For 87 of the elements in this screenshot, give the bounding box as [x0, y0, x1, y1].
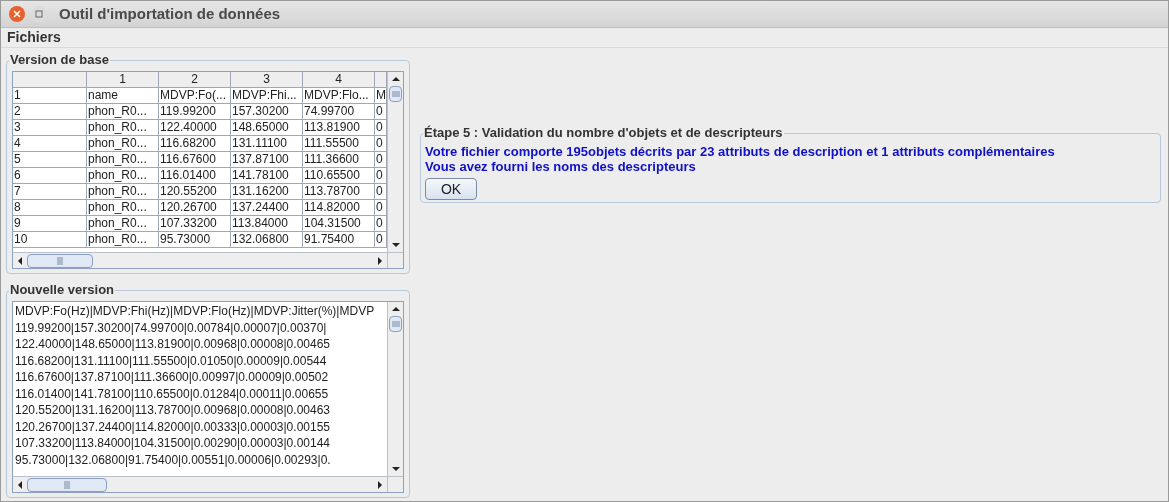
- text-line: 95.73000|132.06800|91.75400|0.00551|0.00006|0.00293|0.: [15, 451, 331, 468]
- column-header[interactable]: 1: [87, 72, 159, 87]
- table-cell: 1: [13, 88, 87, 103]
- table-cell: 116.01400: [159, 168, 231, 183]
- window-title: Outil d'importation de données: [59, 3, 281, 24]
- grip-icon: [391, 321, 400, 327]
- horizontal-scrollbar[interactable]: [13, 252, 387, 268]
- table-cell: phon_R0...: [87, 168, 159, 183]
- table-cell: 137.24400: [231, 200, 303, 215]
- table-cell: 3: [13, 120, 87, 135]
- table-cell: phon_R0...: [87, 104, 159, 119]
- menu-item[interactable]: Fichiers: [7, 27, 61, 48]
- text-line: 119.99200|157.30200|74.99700|0.00784|0.00007|0.00370|: [15, 319, 327, 336]
- text-line: 116.01400|141.78100|110.65500|0.01284|0.00011|0.00655: [15, 385, 329, 402]
- table-cell: 132.06800: [231, 232, 303, 247]
- table-cell: 6: [13, 168, 87, 183]
- table-cell: 111.55500: [303, 136, 375, 151]
- table-cell: 122.40000: [159, 120, 231, 135]
- text-line: 116.68200|131.11100|111.55500|0.01050|0.00009|0.00544: [15, 352, 327, 369]
- table-cell: 9: [13, 216, 87, 231]
- table-cell: 107.33200: [159, 216, 231, 231]
- table-cell: phon_R0...: [87, 184, 159, 199]
- scroll-thumb[interactable]: [389, 316, 402, 332]
- table-cell: 113.84000: [231, 216, 303, 231]
- table-cell: 91.75400: [303, 232, 375, 247]
- maximize-icon: [35, 10, 43, 18]
- table-cell: 148.65000: [231, 120, 303, 135]
- grip-icon: [391, 91, 400, 97]
- table-cell: 5: [13, 152, 87, 167]
- table-cell: name: [87, 88, 159, 103]
- text-line: MDVP:Fo(Hz)|MDVP:Fhi(Hz)|MDVP:Flo(Hz)|MDVP:Jitter(%)|MDVP: [15, 303, 375, 320]
- table-cell: 113.78700: [303, 184, 375, 199]
- grip-icon: [64, 480, 70, 489]
- table-cell: 95.73000: [159, 232, 231, 247]
- column-header[interactable]: 2: [159, 72, 231, 87]
- table-cell: 114.82000: [303, 200, 375, 215]
- scroll-thumb[interactable]: [27, 477, 107, 492]
- message-text: Vous avez fourni les noms des descripteurs: [425, 159, 696, 174]
- text-line: 116.67600|137.87100|111.36600|0.00997|0.00009|0.00502: [15, 369, 329, 386]
- table-cell: 119.99200: [159, 104, 231, 119]
- scroll-thumb[interactable]: [389, 86, 402, 102]
- table-cell: 74.99700: [303, 104, 375, 119]
- table-cell: MDVP:Flo...: [303, 88, 375, 103]
- table-cell: 4: [13, 136, 87, 151]
- table-cell: 137.87100: [231, 152, 303, 167]
- table-cell: 2: [13, 104, 87, 119]
- vertical-scrollbar[interactable]: [387, 72, 403, 252]
- table-cell: MDVP:Fhi...: [231, 88, 303, 103]
- table-cell: phon_R0...: [87, 216, 159, 231]
- table-cell: phon_R0...: [87, 200, 159, 215]
- text-line: 120.26700|137.24400|114.82000|0.00333|0.00003|0.00155: [15, 418, 330, 435]
- table-cell: MDVP:Fo(...: [159, 88, 231, 103]
- table-cell: 111.36600: [303, 152, 375, 167]
- text-line: 107.33200|113.84000|104.31500|0.00290|0.00003|0.00144: [15, 435, 330, 452]
- table-cell: 116.68200: [159, 136, 231, 151]
- scroll-thumb[interactable]: [27, 253, 93, 268]
- table-cell: 120.26700: [159, 200, 231, 215]
- table-cell: 110.65500: [303, 168, 375, 183]
- table-cell: 116.67600: [159, 152, 231, 167]
- table-cell: phon_R0...: [87, 152, 159, 167]
- table-cell: phon_R0...: [87, 232, 159, 247]
- message-text: Votre fichier comporte 195objets décrits par 23 attributs de description et 1 attributs complémentaires: [425, 144, 1055, 159]
- table-cell: 120.55200: [159, 184, 231, 199]
- table-cell: phon_R0...: [87, 120, 159, 135]
- group-title: Étape 5 : Validation du nombre d'objets et de descripteurs: [423, 125, 784, 141]
- table-cell: 157.30200: [231, 104, 303, 119]
- scrollbar-corner: [387, 476, 403, 492]
- table-cell: 113.81900: [303, 120, 375, 135]
- table-cell: 131.16200: [231, 184, 303, 199]
- table-cell: 104.31500: [303, 216, 375, 231]
- scrollbar-corner: [387, 252, 403, 268]
- text-line: 122.40000|148.65000|113.81900|0.00968|0.00008|0.00465: [15, 336, 330, 353]
- table-cell: 141.78100: [231, 168, 303, 183]
- table-cell: 10: [13, 232, 87, 247]
- column-header[interactable]: 3: [231, 72, 303, 87]
- table-cell: phon_R0...: [87, 136, 159, 151]
- text-line: 120.55200|131.16200|113.78700|0.00968|0.00008|0.00463: [15, 402, 330, 419]
- close-button[interactable]: [9, 6, 25, 22]
- ok-button[interactable]: OK: [425, 178, 477, 200]
- table-cell: 131.11100: [231, 136, 303, 151]
- close-icon: [13, 10, 21, 18]
- grip-icon: [57, 256, 63, 265]
- table-cell: 8: [13, 200, 87, 215]
- column-header[interactable]: 4: [303, 72, 375, 87]
- table-cell: 7: [13, 184, 87, 199]
- horizontal-scrollbar[interactable]: [13, 476, 387, 492]
- vertical-scrollbar[interactable]: [387, 302, 403, 476]
